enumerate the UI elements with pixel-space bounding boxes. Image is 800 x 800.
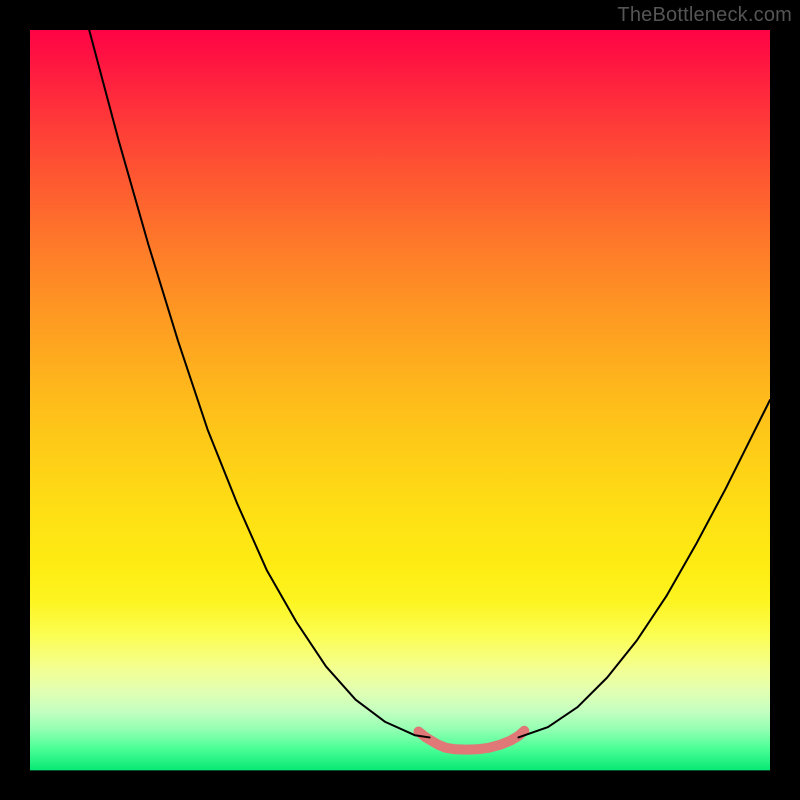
watermark-text: TheBottleneck.com [617,4,792,27]
chart-frame: TheBottleneck.com [0,0,800,800]
bottleneck-chart [30,30,770,770]
gradient-background [30,30,770,770]
